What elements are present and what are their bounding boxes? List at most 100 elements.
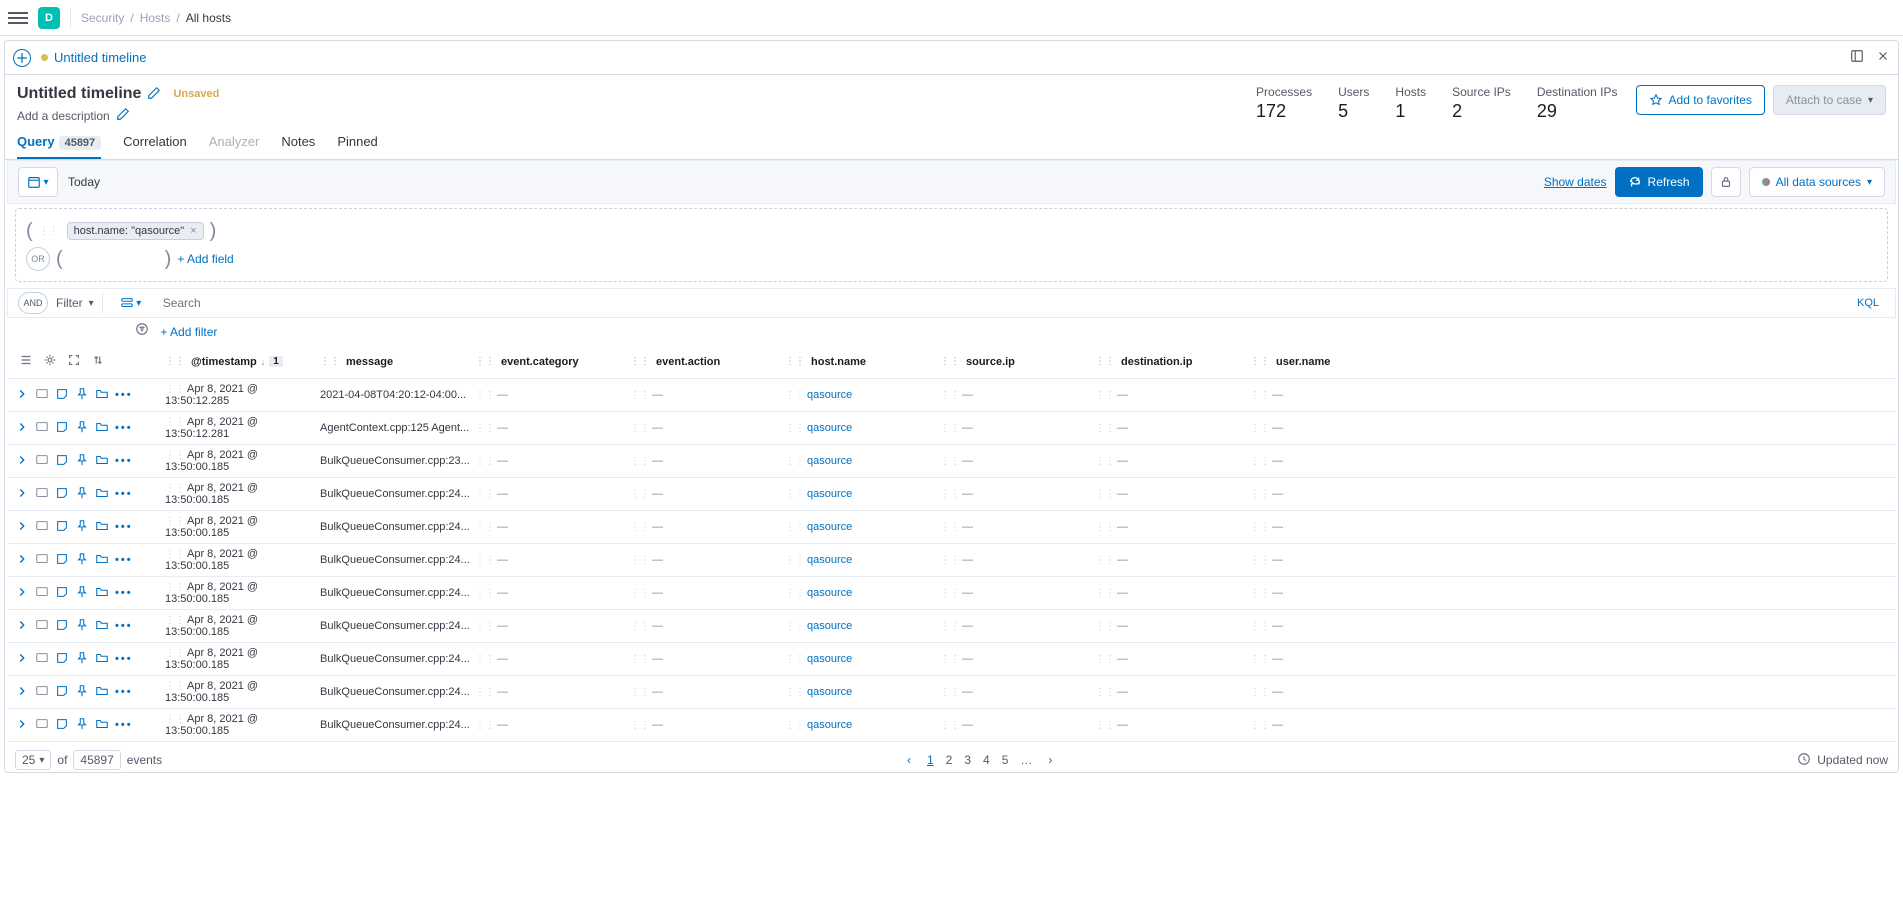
add-to-favorites-button[interactable]: Add to favorites: [1636, 85, 1765, 115]
filter-menu-icon[interactable]: [135, 325, 152, 339]
folder-icon[interactable]: [95, 519, 109, 536]
more-actions-icon[interactable]: •••: [115, 686, 133, 698]
menu-icon[interactable]: [8, 8, 28, 28]
analyze-icon[interactable]: [35, 684, 49, 701]
expand-row-icon[interactable]: [15, 651, 29, 668]
chevron-down-icon[interactable]: ▾: [89, 298, 94, 309]
col-user-name[interactable]: user.name: [1276, 356, 1330, 368]
expand-row-icon[interactable]: [15, 585, 29, 602]
cell-host-name[interactable]: qasource: [807, 686, 852, 698]
fullscreen-table-icon[interactable]: [67, 353, 81, 370]
analyze-icon[interactable]: [35, 552, 49, 569]
col-destination-ip[interactable]: destination.ip: [1121, 356, 1193, 368]
note-icon[interactable]: [55, 717, 69, 734]
tab-query[interactable]: Query45897: [17, 134, 101, 159]
more-actions-icon[interactable]: •••: [115, 554, 133, 566]
cell-host-name[interactable]: qasource: [807, 587, 852, 599]
cell-host-name[interactable]: qasource: [807, 389, 852, 401]
add-filter-link[interactable]: + Add filter: [160, 325, 217, 339]
folder-icon[interactable]: [95, 387, 109, 404]
or-badge[interactable]: OR: [26, 247, 50, 271]
pin-icon[interactable]: [75, 453, 89, 470]
folder-icon[interactable]: [95, 618, 109, 635]
analyze-icon[interactable]: [35, 387, 49, 404]
analyze-icon[interactable]: [35, 420, 49, 437]
cell-host-name[interactable]: qasource: [807, 521, 852, 533]
cell-host-name[interactable]: qasource: [807, 488, 852, 500]
analyze-icon[interactable]: [35, 519, 49, 536]
expand-row-icon[interactable]: [15, 552, 29, 569]
date-picker-button[interactable]: ▾: [18, 167, 58, 197]
expand-row-icon[interactable]: [15, 717, 29, 734]
saved-query-icon[interactable]: ▾: [111, 291, 151, 315]
folder-icon[interactable]: [95, 486, 109, 503]
more-actions-icon[interactable]: •••: [115, 455, 133, 467]
cell-host-name[interactable]: qasource: [807, 422, 852, 434]
more-actions-icon[interactable]: •••: [115, 587, 133, 599]
note-icon[interactable]: [55, 618, 69, 635]
date-range-display[interactable]: Today: [66, 171, 1536, 193]
note-icon[interactable]: [55, 486, 69, 503]
tab-notes[interactable]: Notes: [281, 134, 315, 159]
page-prev-icon[interactable]: ‹: [907, 753, 911, 767]
pin-icon[interactable]: [75, 717, 89, 734]
expand-row-icon[interactable]: [15, 486, 29, 503]
page-number[interactable]: 2: [946, 753, 953, 767]
sort-desc-icon[interactable]: ↓: [261, 357, 266, 367]
drag-handle-icon[interactable]: ⋮⋮: [39, 226, 59, 237]
analyze-icon[interactable]: [35, 651, 49, 668]
note-icon[interactable]: [55, 651, 69, 668]
page-number[interactable]: 5: [1002, 753, 1009, 767]
sort-icon[interactable]: [91, 353, 105, 370]
col-host-name[interactable]: host.name: [811, 356, 866, 368]
page-next-icon[interactable]: ›: [1048, 753, 1052, 767]
and-chip[interactable]: AND: [18, 292, 48, 314]
pin-icon[interactable]: [75, 651, 89, 668]
expand-row-icon[interactable]: [15, 618, 29, 635]
analyze-icon[interactable]: [35, 618, 49, 635]
page-number[interactable]: 4: [983, 753, 990, 767]
folder-icon[interactable]: [95, 552, 109, 569]
settings-icon[interactable]: [43, 353, 57, 370]
breadcrumb-hosts[interactable]: Hosts: [140, 11, 171, 25]
cell-host-name[interactable]: qasource: [807, 620, 852, 632]
page-size-select[interactable]: 25▾: [15, 750, 51, 770]
more-actions-icon[interactable]: •••: [115, 653, 133, 665]
folder-icon[interactable]: [95, 420, 109, 437]
col-timestamp[interactable]: @timestamp: [191, 356, 257, 368]
more-actions-icon[interactable]: •••: [115, 620, 133, 632]
expand-row-icon[interactable]: [15, 519, 29, 536]
pin-icon[interactable]: [75, 387, 89, 404]
note-icon[interactable]: [55, 453, 69, 470]
expand-row-icon[interactable]: [15, 387, 29, 404]
edit-title-icon[interactable]: [147, 86, 161, 103]
close-icon[interactable]: [1876, 49, 1890, 66]
cell-host-name[interactable]: qasource: [807, 455, 852, 467]
note-icon[interactable]: [55, 420, 69, 437]
pin-icon[interactable]: [75, 552, 89, 569]
fullscreen-icon[interactable]: [1850, 49, 1864, 66]
remove-pill-icon[interactable]: ×: [190, 225, 196, 237]
expand-row-icon[interactable]: [15, 420, 29, 437]
folder-icon[interactable]: [95, 684, 109, 701]
flyout-title[interactable]: Untitled timeline: [54, 50, 147, 65]
show-dates-link[interactable]: Show dates: [1544, 175, 1607, 189]
more-actions-icon[interactable]: •••: [115, 521, 133, 533]
note-icon[interactable]: [55, 552, 69, 569]
filter-pill-hostname[interactable]: host.name: "qasource" ×: [67, 222, 204, 240]
analyze-icon[interactable]: [35, 717, 49, 734]
pin-icon[interactable]: [75, 585, 89, 602]
note-icon[interactable]: [55, 519, 69, 536]
expand-row-icon[interactable]: [15, 453, 29, 470]
col-event-action[interactable]: event.action: [656, 356, 720, 368]
page-number[interactable]: …: [1020, 753, 1032, 767]
page-number[interactable]: 3: [964, 753, 971, 767]
kql-toggle[interactable]: KQL: [1851, 297, 1885, 309]
col-message[interactable]: message: [346, 356, 393, 368]
add-timeline-icon[interactable]: [13, 49, 31, 67]
note-icon[interactable]: [55, 387, 69, 404]
pin-icon[interactable]: [75, 420, 89, 437]
more-actions-icon[interactable]: •••: [115, 389, 133, 401]
note-icon[interactable]: [55, 585, 69, 602]
pin-icon[interactable]: [75, 519, 89, 536]
